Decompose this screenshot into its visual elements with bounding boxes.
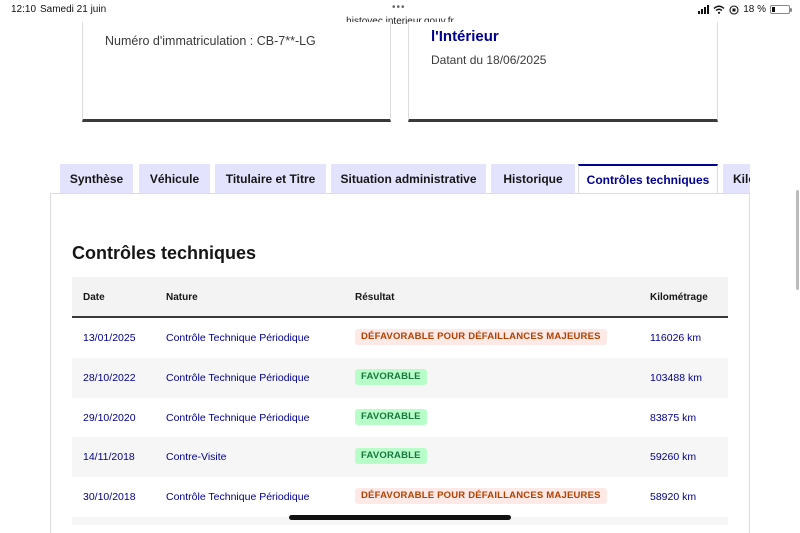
row-kilometrage: 59260 km bbox=[650, 451, 697, 463]
result-badge: FAVORABLE bbox=[355, 409, 427, 425]
row-kilometrage: 58920 km bbox=[650, 491, 697, 503]
status-icons: 18 % bbox=[698, 4, 792, 15]
table-row: 28/10/2022 Contrôle Technique Périodique… bbox=[72, 358, 728, 398]
tab-synthese[interactable]: Synthèse bbox=[60, 164, 133, 194]
row-nature: Contrôle Technique Périodique bbox=[166, 332, 310, 344]
home-indicator[interactable] bbox=[289, 515, 511, 520]
section-title: Contrôles techniques bbox=[72, 243, 257, 263]
row-kilometrage: 103488 km bbox=[650, 372, 702, 384]
row-nature: Contrôle Technique Périodique bbox=[166, 412, 310, 424]
column-kilometrage: Kilométrage bbox=[650, 292, 708, 303]
row-nature: Contrôle Technique Périodique bbox=[166, 491, 310, 503]
clock: 12:10 bbox=[11, 4, 37, 15]
row-nature: Contrôle Technique Périodique bbox=[166, 372, 310, 384]
tab-vehicule[interactable]: Véhicule bbox=[139, 164, 210, 194]
tab-titulaire[interactable]: Titulaire et Titre bbox=[215, 164, 326, 194]
row-kilometrage: 83875 km bbox=[650, 412, 697, 424]
column-resultat: Résultat bbox=[355, 292, 395, 303]
cellular-signal-icon bbox=[698, 5, 710, 14]
tab-bar: Synthèse Véhicule Titulaire et Titre Sit… bbox=[60, 164, 750, 194]
table-header: Date Nature Résultat Kilométrage bbox=[72, 277, 728, 318]
row-date: 29/10/2020 bbox=[83, 412, 136, 424]
battery-icon bbox=[770, 5, 792, 14]
row-kilometrage: 116026 km bbox=[650, 332, 702, 344]
scrollbar[interactable] bbox=[796, 190, 799, 290]
table-row: 29/10/2020 Contrôle Technique Périodique… bbox=[72, 398, 728, 438]
table-row: 30/10/2018 Contrôle Technique Périodique… bbox=[72, 477, 728, 517]
column-nature: Nature bbox=[166, 292, 198, 303]
registration-card: Numéro d'immatriculation : CB-7**-LG bbox=[82, 22, 391, 122]
column-date: Date bbox=[83, 292, 105, 303]
tab-controles-techniques[interactable]: Contrôles techniques bbox=[578, 164, 718, 194]
row-nature: Contre-Visite bbox=[166, 451, 227, 463]
source-date: Datant du 18/06/2025 bbox=[431, 53, 547, 67]
wifi-icon bbox=[713, 5, 725, 14]
table-row: 14/11/2018 Contre-Visite FAVORABLE 59260… bbox=[72, 437, 728, 477]
tab-situation-administrative[interactable]: Situation administrative bbox=[331, 164, 486, 194]
orientation-lock-icon bbox=[729, 4, 739, 15]
source-title: l'Intérieur bbox=[431, 28, 499, 45]
date: Samedi 21 juin bbox=[40, 4, 107, 15]
source-card: l'Intérieur Datant du 18/06/2025 bbox=[408, 22, 718, 122]
row-date: 13/01/2025 bbox=[83, 332, 136, 344]
more-dots-icon[interactable]: ••• bbox=[392, 2, 406, 13]
registration-number: Numéro d'immatriculation : CB-7**-LG bbox=[105, 34, 316, 48]
result-badge: FAVORABLE bbox=[355, 369, 427, 385]
row-date: 28/10/2022 bbox=[83, 372, 136, 384]
row-date: 14/11/2018 bbox=[83, 451, 135, 463]
table-row: 13/01/2025 Contrôle Technique Périodique… bbox=[72, 318, 728, 358]
tab-historique[interactable]: Historique bbox=[491, 164, 575, 194]
row-date: 30/10/2018 bbox=[83, 491, 136, 503]
tab-kilometrage[interactable]: Kilométrage bbox=[723, 164, 750, 194]
result-badge: DÉFAVORABLE POUR DÉFAILLANCES MAJEURES bbox=[355, 488, 607, 504]
battery-percent: 18 % bbox=[743, 4, 766, 15]
result-badge: DÉFAVORABLE POUR DÉFAILLANCES MAJEURES bbox=[355, 329, 607, 345]
result-badge: FAVORABLE bbox=[355, 448, 427, 464]
